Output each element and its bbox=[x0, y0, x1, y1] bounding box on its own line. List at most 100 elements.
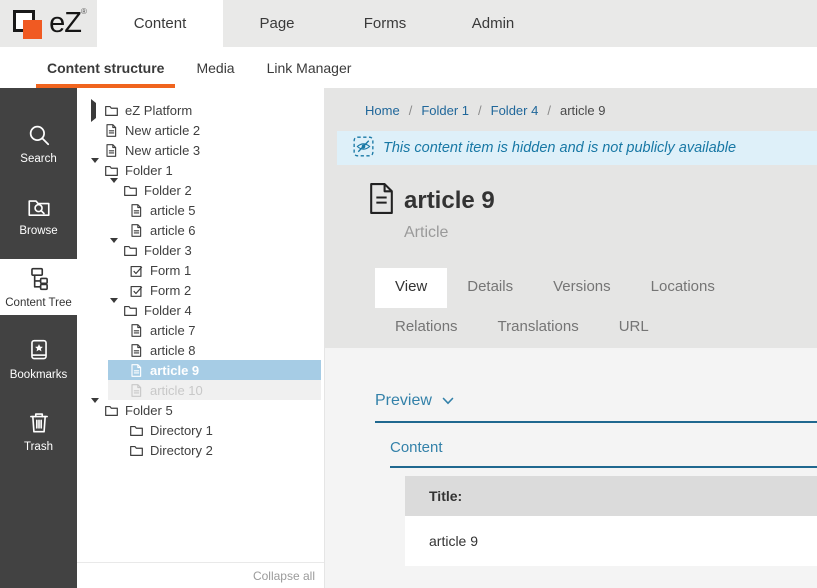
bookmarks-icon bbox=[26, 338, 52, 364]
tree-item-form-1[interactable]: Form 1 bbox=[77, 260, 324, 280]
article-icon bbox=[129, 363, 144, 378]
tree-item-form-2[interactable]: Form 2 bbox=[77, 280, 324, 300]
sidebar-item-content-tree[interactable]: Content Tree bbox=[0, 259, 77, 315]
hidden-content-notice: This content item is hidden and is not p… bbox=[337, 131, 817, 165]
tab-versions[interactable]: Versions bbox=[533, 268, 631, 308]
tree-item-article-10[interactable]: article 10 bbox=[77, 380, 324, 400]
content-tree-icon bbox=[26, 266, 52, 292]
sidebar-item-label: Bookmarks bbox=[10, 369, 68, 381]
tab-view[interactable]: View bbox=[375, 268, 447, 308]
tree-item-directory-2[interactable]: Directory 2 bbox=[77, 440, 324, 460]
sub-nav: Content structureMedia Link Manager bbox=[0, 47, 817, 88]
tree-item-label: eZ Platform bbox=[125, 103, 192, 118]
expander-collapse-icon[interactable] bbox=[110, 243, 123, 258]
tree-item-article-9[interactable]: article 9 bbox=[77, 360, 324, 380]
tree-item-new-article-3[interactable]: New article 3 bbox=[77, 140, 324, 160]
expander-collapse-icon[interactable] bbox=[91, 403, 104, 418]
breadcrumb-link-home[interactable]: Home bbox=[365, 103, 400, 118]
sidebar-item-bookmarks[interactable]: Bookmarks bbox=[0, 331, 77, 387]
folder-icon bbox=[123, 303, 138, 318]
subnav-item-link-manager[interactable]: Link Manager bbox=[256, 47, 363, 88]
tab-translations[interactable]: Translations bbox=[478, 308, 599, 348]
article-icon bbox=[104, 123, 119, 138]
sidebar-item-label: Content Tree bbox=[5, 297, 71, 309]
top-bar: eZ® ContentPageFormsAdmin bbox=[0, 0, 817, 47]
tree-item-article-7[interactable]: article 7 bbox=[77, 320, 324, 340]
sidebar-item-label: Trash bbox=[24, 441, 53, 453]
content-type-label: Article bbox=[404, 224, 817, 242]
title-field: Title: article 9 bbox=[405, 476, 817, 566]
registered-mark: ® bbox=[81, 7, 86, 16]
tree-item-label: New article 2 bbox=[125, 123, 200, 138]
tree-item-article-6[interactable]: article 6 bbox=[77, 220, 324, 240]
tree-item-folder-1[interactable]: Folder 1 bbox=[77, 160, 324, 180]
folder-icon bbox=[123, 183, 138, 198]
tree-item-label: article 8 bbox=[150, 343, 196, 358]
trash-icon bbox=[26, 410, 52, 436]
folder-icon bbox=[129, 423, 144, 438]
tree-item-article-5[interactable]: article 5 bbox=[77, 200, 324, 220]
tree-item-ez-platform[interactable]: eZ Platform bbox=[77, 100, 324, 120]
tree-item-label: Folder 2 bbox=[144, 183, 192, 198]
expander-collapse-icon[interactable] bbox=[110, 183, 123, 198]
tree-item-label: article 10 bbox=[150, 383, 203, 398]
folder-icon bbox=[104, 163, 119, 178]
expander-collapse-icon[interactable] bbox=[110, 303, 123, 318]
collapse-all-button[interactable]: Collapse all bbox=[77, 562, 324, 588]
tree-item-folder-3[interactable]: Folder 3 bbox=[77, 240, 324, 260]
article-icon bbox=[129, 383, 144, 398]
sidebar-item-search[interactable]: Search bbox=[0, 115, 77, 171]
ez-logo[interactable]: eZ® bbox=[0, 0, 97, 47]
tree-item-directory-1[interactable]: Directory 1 bbox=[77, 420, 324, 440]
sidebar-item-trash[interactable]: Trash bbox=[0, 403, 77, 459]
browse-icon bbox=[26, 194, 52, 220]
breadcrumb-separator: / bbox=[409, 103, 413, 118]
tree-item-label: Form 1 bbox=[150, 263, 191, 278]
search-icon bbox=[26, 122, 52, 148]
top-tab-admin[interactable]: Admin bbox=[439, 0, 547, 47]
content-tree: eZ Platform New article 2 New article 3 Fol… bbox=[77, 100, 324, 460]
preview-label: Preview bbox=[375, 392, 432, 410]
tab-relations[interactable]: Relations bbox=[375, 308, 478, 348]
tab-url[interactable]: URL bbox=[599, 308, 669, 348]
top-tab-page[interactable]: Page bbox=[223, 0, 331, 47]
field-value: article 9 bbox=[405, 516, 817, 566]
view-tab-body: Preview Content Title: article 9 bbox=[325, 348, 817, 588]
subnav-item-media[interactable]: Media bbox=[185, 47, 245, 88]
form-icon bbox=[129, 263, 144, 278]
expander-collapse-icon[interactable] bbox=[91, 163, 104, 178]
logo-text: eZ® bbox=[49, 7, 86, 40]
tree-item-label: article 5 bbox=[150, 203, 196, 218]
article-icon bbox=[129, 223, 144, 238]
tab-details[interactable]: Details bbox=[447, 268, 533, 308]
tree-item-label: New article 3 bbox=[125, 143, 200, 158]
tree-item-label: Form 2 bbox=[150, 283, 191, 298]
tree-item-folder-2[interactable]: Folder 2 bbox=[77, 180, 324, 200]
page-title: article 9 bbox=[404, 187, 495, 215]
app-shell: Search Browse Content Tree Bookmarks Trash e… bbox=[0, 88, 817, 588]
main-panel: Home/Folder 1/Folder 4/article 9 This co… bbox=[325, 88, 817, 588]
breadcrumb: Home/Folder 1/Folder 4/article 9 bbox=[325, 88, 817, 131]
tree-item-folder-4[interactable]: Folder 4 bbox=[77, 300, 324, 320]
article-icon bbox=[129, 323, 144, 338]
preview-section-toggle[interactable]: Preview bbox=[375, 392, 817, 423]
breadcrumb-separator: / bbox=[478, 103, 482, 118]
expander-expand-icon[interactable] bbox=[91, 103, 104, 118]
top-tab-forms[interactable]: Forms bbox=[331, 0, 439, 47]
notice-text: This content item is hidden and is not p… bbox=[383, 140, 736, 156]
tree-item-new-article-2[interactable]: New article 2 bbox=[77, 120, 324, 140]
tree-item-label: Folder 5 bbox=[125, 403, 173, 418]
breadcrumb-link-folder-1[interactable]: Folder 1 bbox=[421, 103, 469, 118]
top-tab-content[interactable]: Content bbox=[97, 0, 223, 47]
ez-logo-icon bbox=[11, 6, 47, 42]
tree-item-label: Folder 4 bbox=[144, 303, 192, 318]
tab-locations[interactable]: Locations bbox=[631, 268, 735, 308]
tree-item-article-8[interactable]: article 8 bbox=[77, 340, 324, 360]
subnav-item-content-structure[interactable]: Content structure bbox=[36, 47, 175, 88]
tree-item-folder-5[interactable]: Folder 5 bbox=[77, 400, 324, 420]
content-section-heading: Content bbox=[390, 439, 817, 468]
top-nav: ContentPageFormsAdmin bbox=[97, 0, 547, 47]
sidebar-item-browse[interactable]: Browse bbox=[0, 187, 77, 243]
breadcrumb-link-folder-4[interactable]: Folder 4 bbox=[491, 103, 539, 118]
article-icon bbox=[368, 182, 395, 220]
